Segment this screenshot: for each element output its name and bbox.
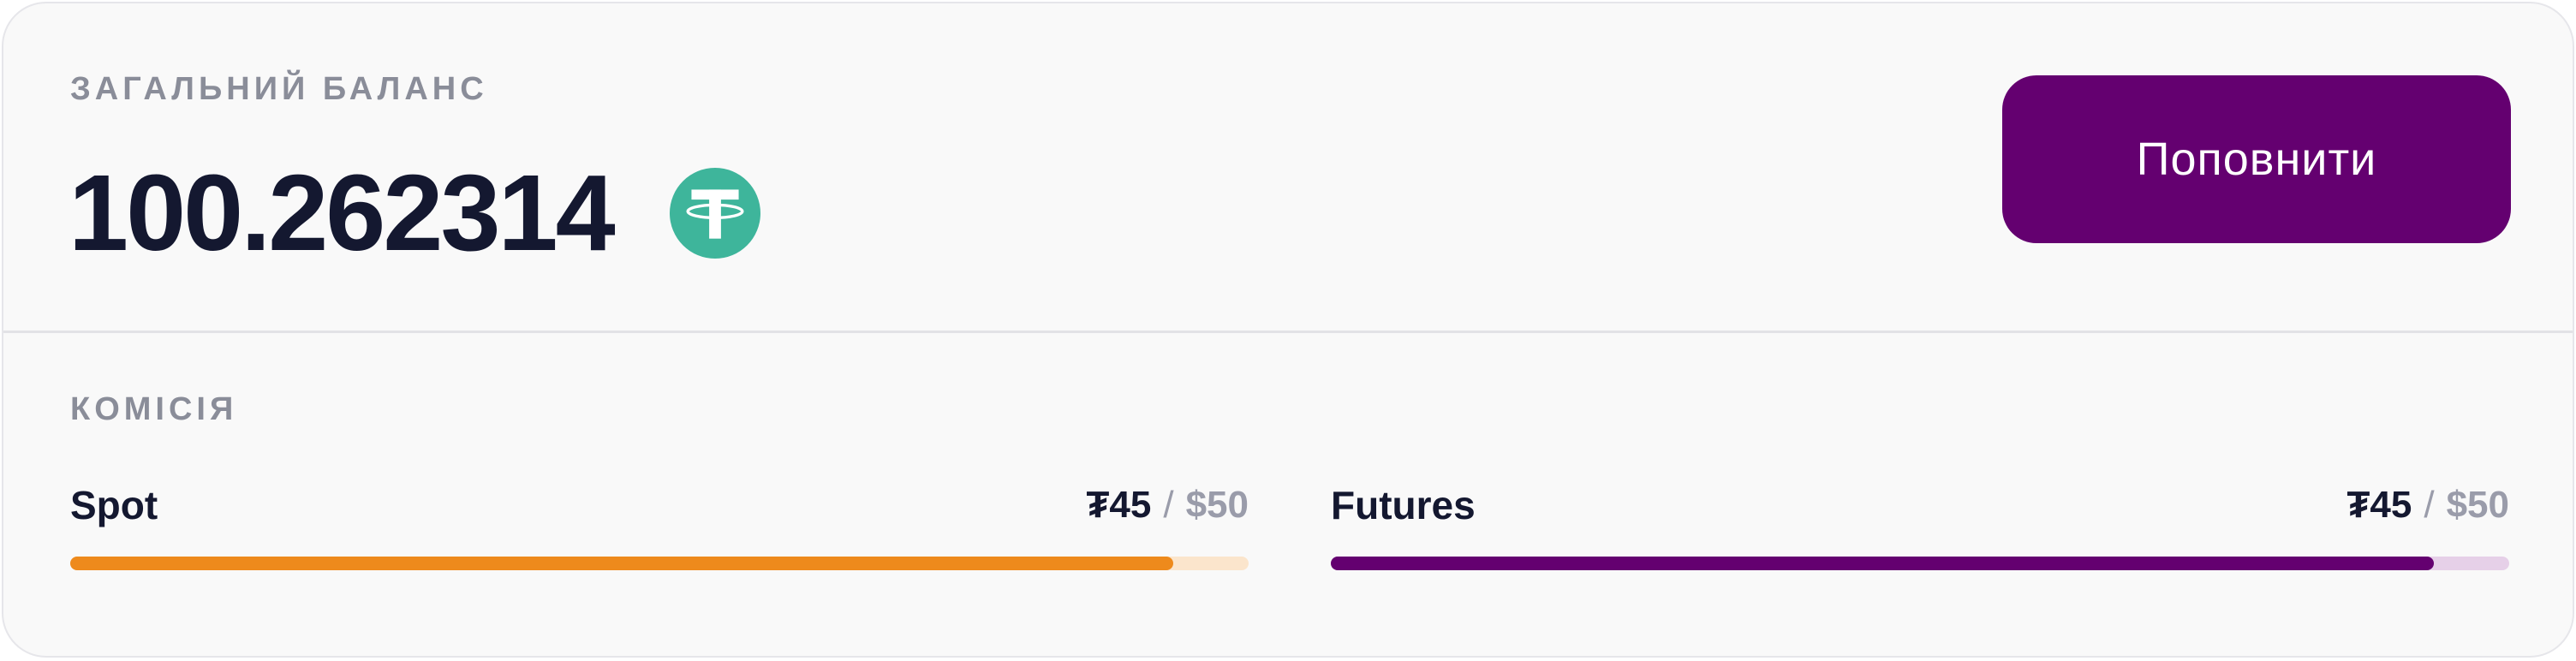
spot-separator: / xyxy=(1163,484,1174,526)
balance-label: ЗАГАЛЬНИЙ БАЛАНС xyxy=(70,71,488,107)
futures-commission: Futures ₮45 / $50 xyxy=(1331,479,2509,574)
section-divider xyxy=(3,330,2573,333)
spot-limit: $50 xyxy=(1185,484,1249,526)
futures-amount: ₮45 / $50 xyxy=(2347,479,2509,531)
balance-value: 100.262314 xyxy=(69,152,616,273)
futures-separator: / xyxy=(2424,484,2435,526)
spot-commission: Spot ₮45 / $50 xyxy=(70,479,1249,574)
balance-row: 100.262314 xyxy=(69,149,760,277)
futures-progress-track xyxy=(1331,557,2509,570)
spot-progress-track xyxy=(70,557,1249,570)
commission-label: КОМІСІЯ xyxy=(70,391,238,427)
spot-used: ₮45 xyxy=(1086,484,1152,526)
balance-section: ЗАГАЛЬНИЙ БАЛАНС 100.262314 Поповнити xyxy=(3,3,2573,332)
futures-progress-fill xyxy=(1331,557,2434,570)
spot-progress-fill xyxy=(70,557,1173,570)
usdt-tether-icon xyxy=(669,168,760,259)
futures-used: ₮45 xyxy=(2346,484,2412,526)
futures-limit: $50 xyxy=(2446,484,2509,526)
spot-label: Spot xyxy=(70,483,158,527)
top-up-button[interactable]: Поповнити xyxy=(2002,75,2511,243)
balance-card: ЗАГАЛЬНИЙ БАЛАНС 100.262314 Поповнити КО… xyxy=(2,2,2574,658)
spot-amount: ₮45 / $50 xyxy=(1087,479,1249,531)
futures-label: Futures xyxy=(1331,483,1476,527)
